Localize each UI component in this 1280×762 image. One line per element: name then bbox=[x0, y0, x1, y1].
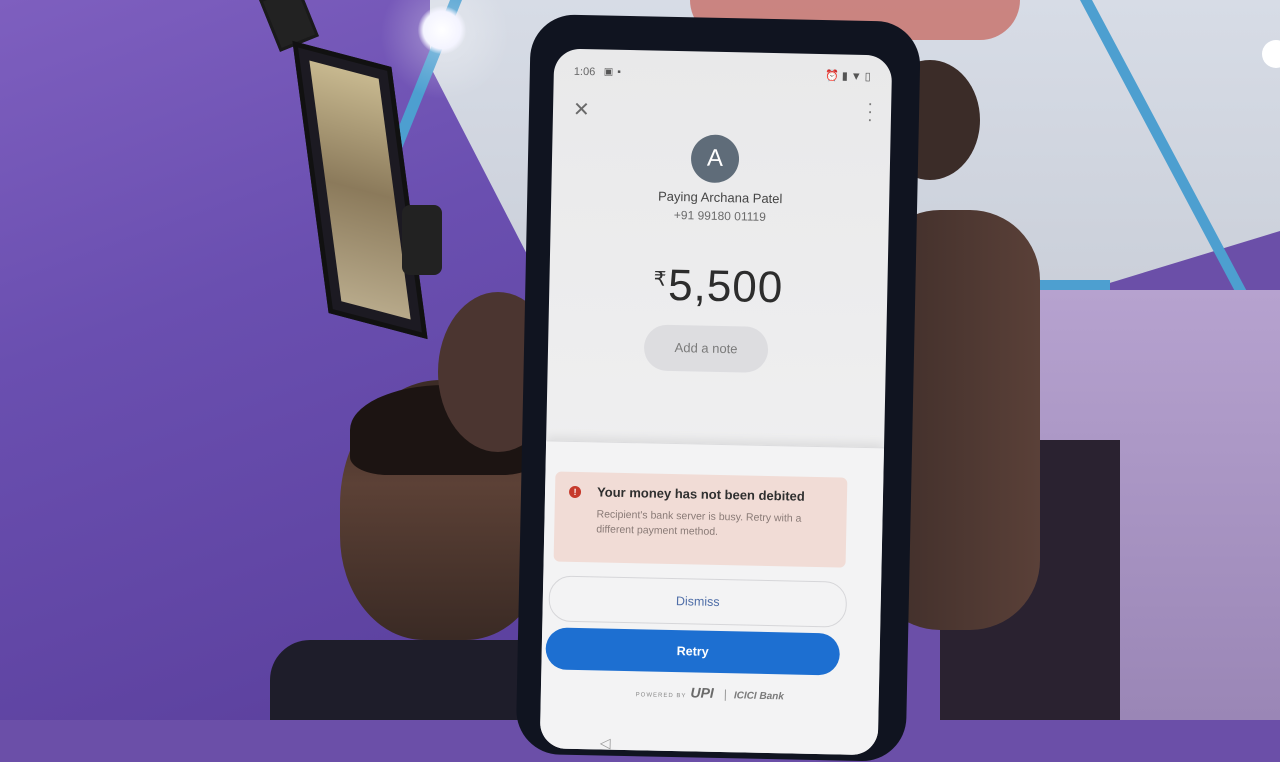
signal-icon: ▮ bbox=[841, 70, 851, 83]
error-title: Your money has not been debited bbox=[596, 484, 805, 504]
amount-value: 5,500 bbox=[667, 260, 784, 313]
upi-logo: UPI bbox=[690, 684, 714, 701]
error-sheet: ! Your money has not been debited Recipi… bbox=[539, 440, 885, 756]
divider: | bbox=[723, 687, 729, 702]
powered-by-footer: POWERED BY UPI | ICICI Bank bbox=[541, 681, 879, 704]
add-note-button[interactable]: Add a note bbox=[643, 324, 769, 373]
system-icons: ⏰▮▼▯ bbox=[825, 69, 874, 83]
wall-switch bbox=[402, 205, 442, 275]
payee-name: Paying Archana Patel bbox=[657, 188, 783, 207]
powered-by-label: POWERED BY bbox=[635, 692, 687, 700]
ceiling-lamp bbox=[418, 6, 466, 54]
bank-logo: ICICI Bank bbox=[733, 690, 784, 703]
alert-icon: ! bbox=[568, 485, 582, 499]
currency-symbol: ₹ bbox=[653, 268, 667, 291]
close-icon[interactable]: ✕ bbox=[573, 97, 590, 122]
notification-icons: ▣▪ bbox=[604, 66, 625, 77]
status-bar: 1:06 ▣▪ ⏰▮▼▯ bbox=[554, 48, 893, 85]
image-icon: ▣ bbox=[603, 66, 618, 78]
payee-phone: +91 99180 01119 bbox=[673, 207, 766, 224]
frame-picture bbox=[309, 60, 411, 320]
avatar: A bbox=[690, 134, 740, 184]
more-vert-icon[interactable]: · · · bbox=[867, 93, 874, 129]
retry-button[interactable]: Retry bbox=[545, 627, 841, 676]
message-icon: ▪ bbox=[617, 66, 625, 78]
battery-icon: ▯ bbox=[864, 70, 874, 84]
error-banner: ! Your money has not been debited Recipi… bbox=[553, 471, 848, 568]
phone-screen: 1:06 ▣▪ ⏰▮▼▯ ✕ · · · A Paying Archana Pate… bbox=[539, 48, 893, 756]
alarm-icon: ⏰ bbox=[824, 70, 842, 83]
status-time: 1:06 bbox=[573, 65, 596, 79]
dismiss-button[interactable]: Dismiss bbox=[548, 575, 848, 628]
error-message: Recipient's bank server is busy. Retry w… bbox=[596, 508, 802, 538]
wifi-icon: ▼ bbox=[850, 70, 865, 83]
amount-display: ₹5,500 bbox=[549, 258, 888, 315]
nav-back-icon[interactable]: ◁ bbox=[600, 735, 611, 752]
phone: 1:06 ▣▪ ⏰▮▼▯ ✕ · · · A Paying Archana Pate… bbox=[515, 13, 921, 762]
